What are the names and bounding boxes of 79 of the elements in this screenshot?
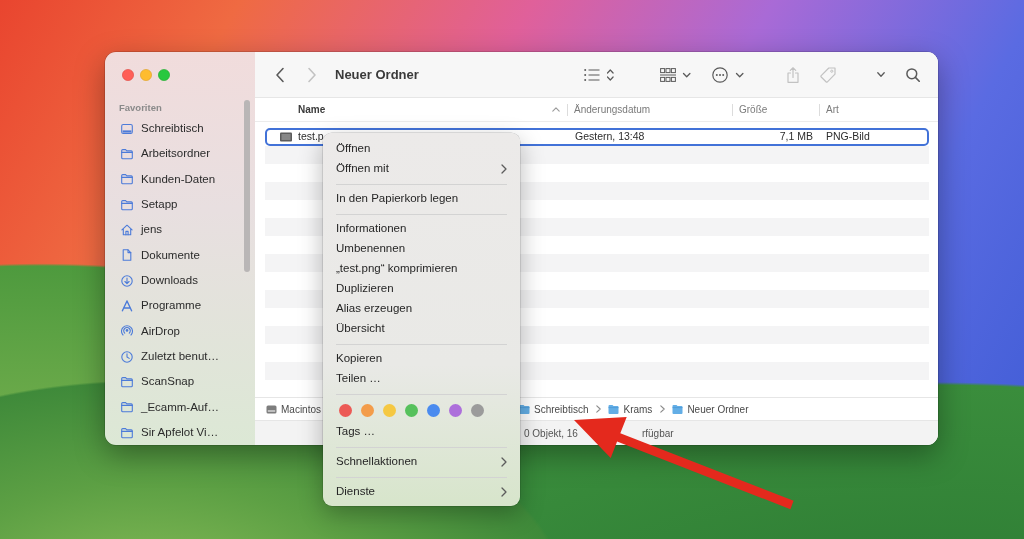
sidebar-item[interactable]: AirDrop [105,318,255,344]
chevron-right-icon [660,405,666,413]
column-header[interactable]: Art [819,97,938,122]
folder-icon [121,198,133,211]
menu-item[interactable]: Kopieren [329,349,514,369]
folder-icon [672,404,684,414]
status-text: rfügbar [641,426,674,441]
sidebar-item[interactable]: _Ecamm-Auf… [105,394,255,420]
apps-icon [121,299,133,312]
folder-icon [121,148,133,160]
status-text: 0 Objekt, 16 [524,426,578,441]
fullscreen-icon[interactable] [158,69,170,81]
wireless-icon [121,325,133,338]
sidebar-item[interactable]: jens [105,217,255,243]
sidebar-item[interactable]: Kunden-Daten [105,166,255,192]
image-file-icon [280,132,292,142]
ellipsis-icon[interactable] [712,66,744,83]
close-icon[interactable] [122,69,134,81]
sidebar-item[interactable]: Arbeitsordner [105,141,255,167]
column-header[interactable]: Größe [732,97,819,122]
path-item[interactable]: Neuer Ordner [672,401,749,417]
grid-view-icon[interactable] [660,67,691,82]
sidebar-item[interactable]: Schreibtisch [105,116,255,142]
sidebar-item[interactable]: Zuletzt benut… [105,343,255,370]
tag-color-icon[interactable] [471,404,484,417]
sidebar-heading: Favoriten [119,102,163,114]
menu-item[interactable]: In den Papierkorb legen [329,189,514,209]
file-name: test.p [298,129,324,145]
tag-color-icon[interactable] [449,404,462,417]
path-item[interactable]: Schreibtisch [519,401,589,417]
desktop-icon [121,122,133,135]
column-header[interactable]: Name [255,97,567,122]
folder-title: Neuer Ordner [335,65,419,84]
download-icon [121,274,133,287]
column-header[interactable]: Änderungsdatum [567,97,732,122]
menu-item[interactable]: Tags … [329,422,514,442]
menu-item[interactable]: „test.png“ komprimieren [329,259,514,279]
document-icon [121,249,133,262]
menu-item[interactable]: Dienste [329,482,514,502]
tag-color-icon[interactable] [361,404,374,417]
path-item[interactable]: Macintos [266,401,321,417]
sidebar-item[interactable]: Sir Apfelot Vi… [105,419,255,445]
menu-item[interactable]: Öffnen mit [329,159,514,179]
menu-item[interactable]: Duplizieren [329,279,514,299]
chevron-right-icon [596,405,602,413]
clock-icon [121,350,133,363]
list-view-icon[interactable] [584,67,614,82]
home-icon [121,223,133,236]
back-icon[interactable] [275,66,285,83]
menu-item[interactable]: Schnellaktionen [329,452,514,472]
sidebar-item[interactable]: Downloads [105,267,255,294]
menu-item[interactable]: Übersicht [329,319,514,339]
menu-item[interactable]: Teilen … [329,369,514,389]
tag-color-icon[interactable] [427,404,440,417]
menu-item[interactable]: Alias erzeugen [329,299,514,319]
path-item[interactable]: Krams [608,401,653,417]
folder-icon [121,426,133,439]
folder-icon [121,401,133,414]
chevron-down-icon[interactable] [877,72,885,77]
sidebar-item[interactable]: Programme [105,293,255,319]
tag-color-icon[interactable] [339,404,352,417]
table-cell-text: 7,1 MB [778,129,814,145]
sidebar-item[interactable]: ScanSnap [105,369,255,395]
search-icon[interactable] [906,67,920,82]
sidebar-item[interactable]: Setapp [105,192,255,218]
folder-icon [519,404,530,414]
menu-item[interactable]: Informationen [329,219,514,239]
minimize-icon[interactable] [140,69,152,81]
tag-color-icon[interactable] [405,404,418,417]
folder-icon [121,375,133,388]
folder-icon [608,404,620,414]
drive-icon [266,404,277,414]
scrollbar-thumb[interactable] [244,100,250,272]
folder-icon [121,173,133,186]
sidebar-item[interactable]: Dokumente [105,242,255,268]
menu-item[interactable]: Umbenennen [329,239,514,259]
tag-color-icon[interactable] [383,404,396,417]
table-cell-text: PNG-Bild [825,129,870,145]
table-cell-text: Gestern, 13:48 [574,129,646,145]
